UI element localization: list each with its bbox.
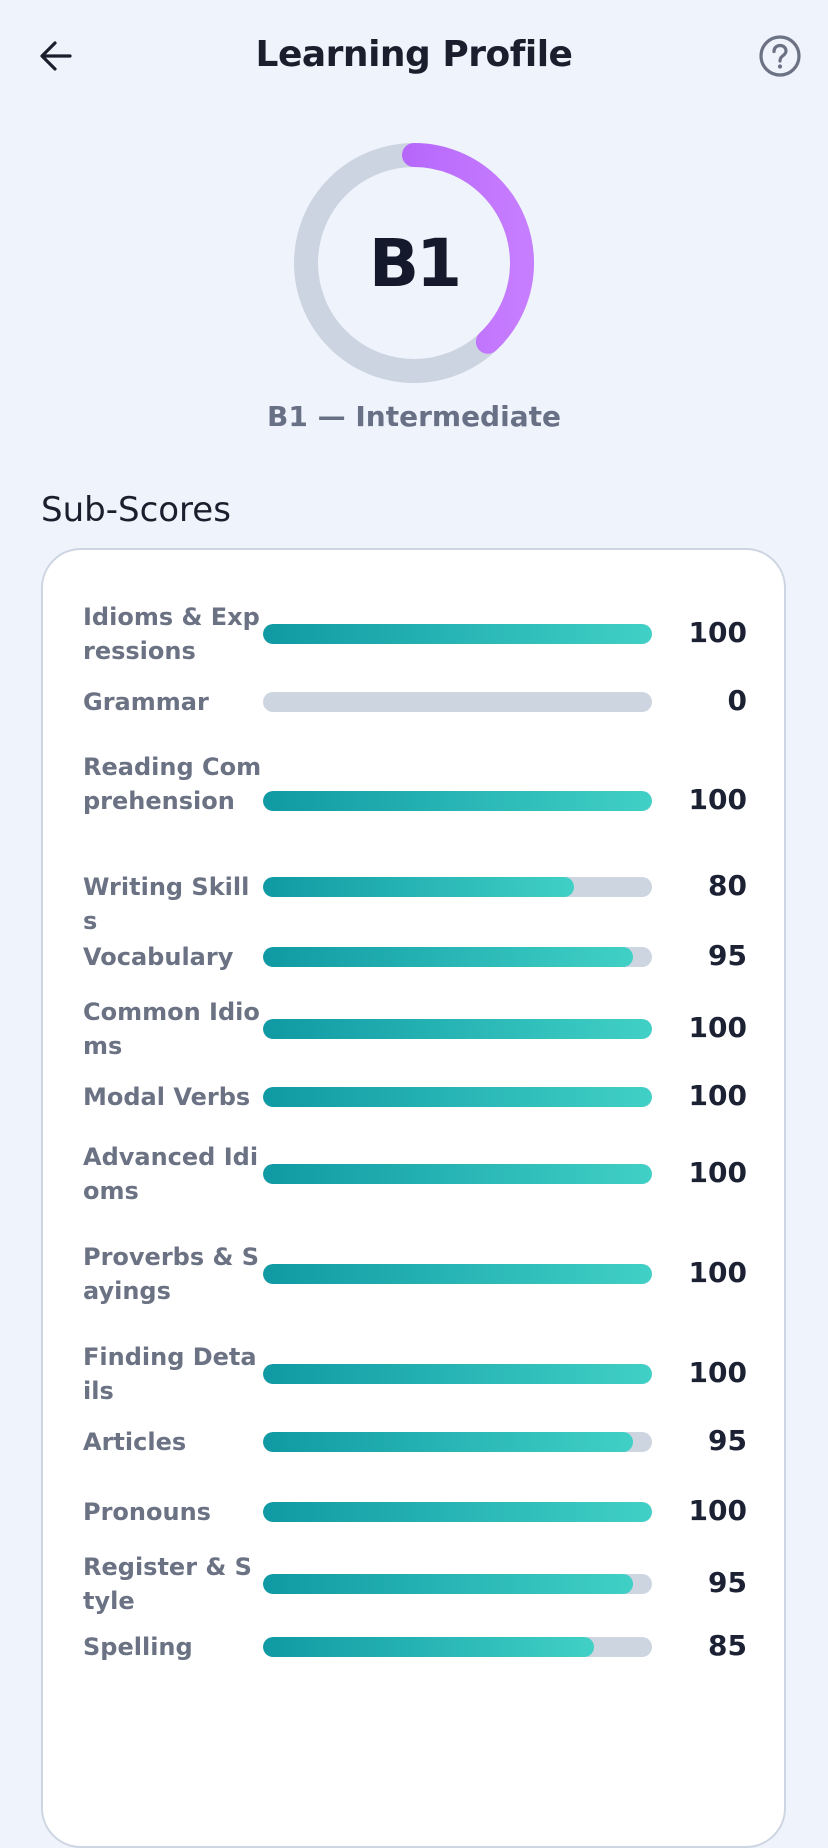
subscore-bar-fill	[263, 1087, 652, 1107]
subscore-bar-fill	[263, 1264, 652, 1284]
subscore-bar-fill	[263, 624, 652, 644]
subscore-label: Finding Details	[83, 1343, 257, 1405]
subscore-label: Modal Verbs	[83, 1083, 251, 1111]
subscore-value: 0	[727, 684, 747, 717]
subscore-bar	[263, 1637, 652, 1657]
subscore-value: 100	[688, 1256, 747, 1289]
subscore-value: 100	[688, 1156, 747, 1189]
subscore-value: 100	[688, 783, 747, 816]
subscore-label: Articles	[83, 1428, 187, 1456]
subscore-bar	[263, 1087, 652, 1107]
subscores-title: Sub-Scores	[41, 490, 231, 530]
subscores-card: Idioms & Expressions 100 Grammar 0 Reading C…	[41, 548, 786, 1848]
page-title: Learning Profile	[255, 34, 573, 75]
help-button[interactable]	[754, 30, 806, 82]
subscore-bar-fill	[263, 1019, 652, 1039]
subscore-bar	[263, 1364, 652, 1384]
subscore-bar-fill	[263, 947, 633, 967]
subscore-value: 85	[708, 1629, 747, 1662]
subscore-label: Proverbs & Sayings	[83, 1243, 260, 1305]
subscore-bar-fill	[263, 1164, 652, 1184]
help-circle-icon	[759, 35, 801, 77]
subscore-value: 100	[688, 1494, 747, 1527]
subscore-label: Spelling	[83, 1633, 193, 1661]
level-caption: B1 — Intermediate	[267, 400, 561, 433]
subscore-bar	[263, 692, 652, 712]
subscore-label: Vocabulary	[83, 943, 234, 971]
subscore-value: 100	[688, 1079, 747, 1112]
subscore-value: 95	[708, 1424, 747, 1457]
subscore-value: 95	[708, 939, 747, 972]
subscore-bar	[263, 624, 652, 644]
subscore-value: 95	[708, 1566, 747, 1599]
subscore-value: 100	[688, 616, 747, 649]
level-code: B1	[368, 224, 462, 302]
subscore-bar-fill	[263, 877, 575, 897]
subscore-bar	[263, 1574, 652, 1594]
subscore-label: Idioms & Expressions	[83, 603, 260, 665]
header: Learning Profile	[0, 0, 828, 112]
subscore-label: Grammar	[83, 688, 209, 716]
subscore-bar	[263, 791, 652, 811]
subscore-bar-fill	[263, 1502, 652, 1522]
subscore-label: Advanced Idioms	[83, 1143, 259, 1205]
subscore-bar	[263, 877, 652, 897]
subscore-bar-fill	[263, 1574, 633, 1594]
subscore-label: Pronouns	[83, 1498, 211, 1526]
subscore-bar	[263, 1164, 652, 1184]
subscore-value: 100	[688, 1011, 747, 1044]
subscore-bar-fill	[263, 1432, 633, 1452]
subscore-bar	[263, 1019, 652, 1039]
subscore-bar	[263, 1502, 652, 1522]
subscore-bar	[263, 1264, 652, 1284]
subscore-bar-fill	[263, 1364, 652, 1384]
subscore-label: Common Idioms	[83, 998, 260, 1060]
subscore-label: Writing Skills	[83, 873, 250, 935]
subscore-label: Register & Style	[83, 1553, 252, 1615]
subscore-value: 100	[688, 1356, 747, 1389]
subscore-label: Reading Comprehension	[83, 753, 262, 815]
subscore-bar-fill	[263, 791, 652, 811]
subscore-value: 80	[708, 869, 747, 902]
subscore-bar-fill	[263, 1637, 594, 1657]
subscore-bar	[263, 947, 652, 967]
subscore-bar	[263, 1432, 652, 1452]
